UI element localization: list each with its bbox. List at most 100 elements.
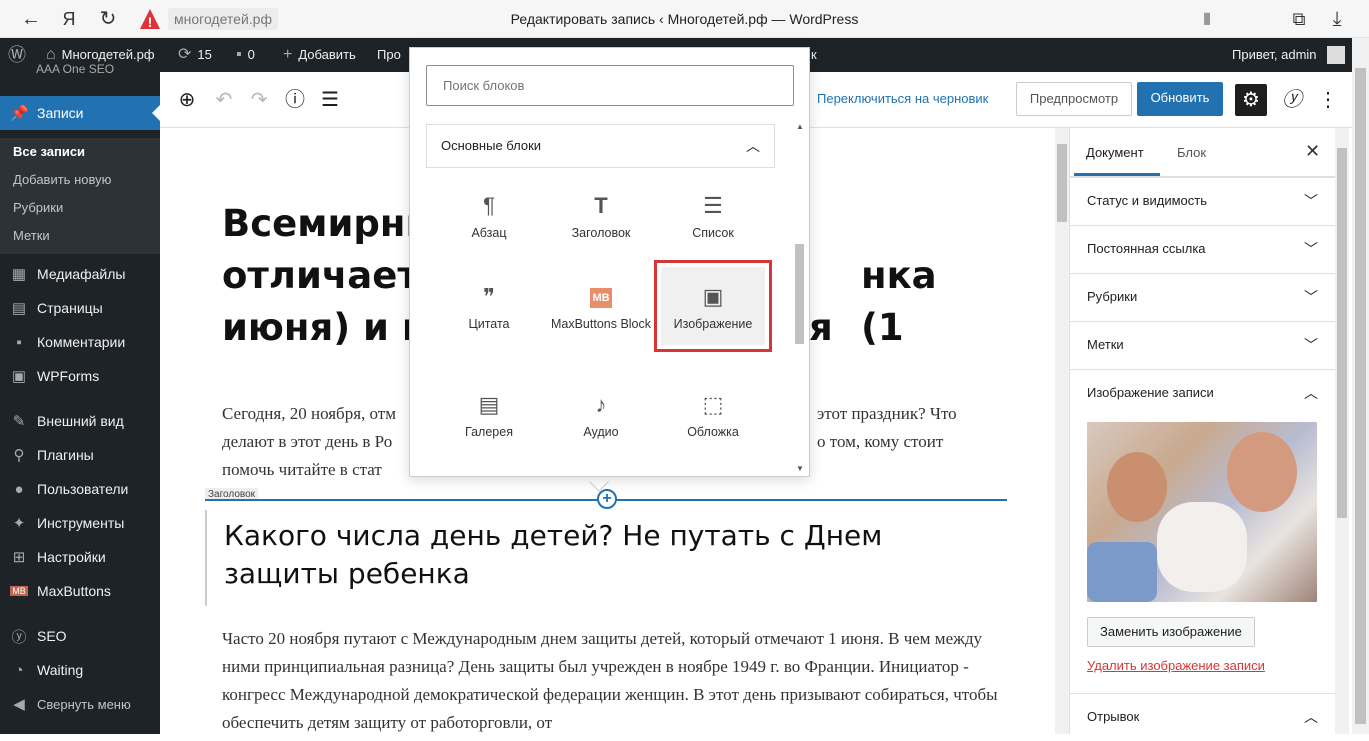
editor-scrollbar[interactable] — [1055, 128, 1069, 734]
maxbuttons-icon: MB — [10, 586, 28, 596]
admin-sidebar: AAA One SEO 📌 Записи Все записи Добавить… — [0, 62, 160, 734]
heading-block[interactable]: Какого числа день детей? Не путать с Дне… — [205, 510, 1005, 606]
chevron-down-icon: ﹀ — [1304, 193, 1318, 209]
scroll-down-icon[interactable]: ▼ — [796, 464, 804, 473]
menu-pages[interactable]: ▤ Страницы — [0, 291, 160, 325]
chevron-down-icon: ﹀ — [1304, 241, 1318, 257]
download-icon[interactable]: ⤓ — [1326, 8, 1348, 30]
bookmark-icon[interactable]: ▮ — [1196, 8, 1218, 30]
inserter-scroll-thumb[interactable] — [795, 244, 804, 344]
editor-scroll-thumb[interactable] — [1057, 144, 1067, 222]
panel-tags[interactable]: Метки ﹀ — [1070, 321, 1336, 369]
yandex-logo[interactable]: Я — [58, 8, 80, 30]
switch-to-draft-link[interactable]: Переключиться на черновик — [817, 91, 988, 106]
collapse-menu[interactable]: ◀ Свернуть меню — [0, 687, 160, 721]
more-options-icon[interactable]: ⋮ — [1316, 88, 1340, 112]
comments-link[interactable]: ▪ 0 — [236, 38, 255, 72]
preview-button[interactable]: Предпросмотр — [1016, 82, 1132, 116]
close-icon[interactable]: ✕ — [1305, 141, 1320, 162]
yoast-icon: ⓨ — [11, 628, 27, 646]
outline-icon[interactable]: ☰ — [318, 88, 342, 112]
pin-icon: 📌 — [10, 105, 29, 122]
block-paragraph[interactable]: ¶ Абзац — [436, 186, 542, 272]
menu-maxbuttons[interactable]: MB MaxButtons — [0, 574, 160, 608]
menu-settings[interactable]: ⊞ Настройки — [0, 540, 160, 574]
undo-icon[interactable]: ↶ — [212, 88, 236, 112]
menu-media[interactable]: ▦ Медиафайлы — [0, 257, 160, 291]
block-cover[interactable]: ⬚ Обложка — [660, 385, 766, 471]
menu-waiting[interactable]: ◔ Waiting — [0, 653, 160, 687]
remove-image-link[interactable]: Удалить изображение записи — [1087, 657, 1265, 675]
back-arrow-icon[interactable]: ← — [20, 8, 42, 30]
maxbuttons-block-icon: MB — [548, 277, 654, 317]
menu-posts[interactable]: 📌 Записи — [0, 96, 160, 130]
active-tab-indicator — [1074, 173, 1160, 176]
submenu-tags[interactable]: Метки — [13, 228, 50, 243]
paragraph-icon: ¶ — [483, 193, 495, 218]
warning-icon: ! — [140, 9, 160, 29]
featured-image[interactable] — [1087, 422, 1317, 602]
menu-wpforms[interactable]: ▣ WPForms — [0, 359, 160, 393]
plugins-icon: ⚲ — [13, 447, 25, 464]
heading-text[interactable]: Какого числа день детей? Не путать с Дне… — [224, 517, 964, 593]
submenu-all-posts[interactable]: Все записи — [13, 144, 85, 159]
appearance-icon: ✎ — [12, 413, 26, 430]
sidebar-scroll-thumb[interactable] — [1337, 148, 1347, 518]
chevron-down-icon: ﹀ — [1304, 337, 1318, 353]
updates-link[interactable]: ⟳ 15 — [178, 38, 212, 72]
settings-icon: ⊞ — [12, 549, 26, 566]
posts-submenu: Все записи Добавить новую Рубрики Метки — [0, 138, 160, 254]
address-bar[interactable]: ! многодетей.рф — [140, 6, 278, 32]
inline-add-block-icon[interactable]: + — [597, 489, 617, 509]
yoast-toolbar-icon[interactable]: ⓨ — [1280, 88, 1304, 112]
pages-icon: ▤ — [11, 300, 27, 317]
wp-logo-icon[interactable]: Ⓦ — [8, 38, 26, 72]
user-greeting[interactable]: Привет, admin — [1232, 38, 1345, 72]
collections-icon[interactable]: ⧉ — [1288, 8, 1310, 30]
submenu-add-new[interactable]: Добавить новую — [13, 172, 111, 187]
block-gallery[interactable]: ▤ Галерея — [436, 385, 542, 471]
block-audio[interactable]: ♪ Аудио — [548, 385, 654, 471]
panel-status-visibility[interactable]: Статус и видимость ﹀ — [1070, 177, 1336, 225]
tools-icon: ✦ — [12, 515, 26, 532]
redo-icon[interactable]: ↷ — [247, 88, 271, 112]
inserter-scrollbar[interactable]: ▲ ▼ — [793, 122, 807, 474]
add-block-icon[interactable]: ⊕ — [175, 88, 199, 112]
settings-gear-icon[interactable]: ⚙ — [1235, 84, 1267, 116]
block-quote[interactable]: ❞ Цитата — [436, 277, 542, 363]
menu-seo[interactable]: ⓨ SEO — [0, 619, 160, 653]
menu-appearance[interactable]: ✎ Внешний вид — [0, 404, 160, 438]
scroll-up-icon[interactable]: ▲ — [796, 122, 804, 131]
panel-permalink[interactable]: Постоянная ссылка ﹀ — [1070, 225, 1336, 273]
block-maxbuttons[interactable]: MB MaxButtons Block — [548, 277, 654, 363]
page-scroll-thumb[interactable] — [1355, 68, 1366, 724]
comments-icon: ▪ — [16, 333, 22, 351]
menu-plugins[interactable]: ⚲ Плагины — [0, 438, 160, 472]
url-text[interactable]: многодетей.рф — [168, 8, 278, 30]
chevron-up-icon[interactable]: ︿ — [1304, 370, 1318, 416]
waiting-icon: ◔ — [14, 661, 24, 679]
reload-icon[interactable]: ↻ — [97, 8, 119, 30]
submenu-categories[interactable]: Рубрики — [13, 200, 63, 215]
tab-document[interactable]: Документ — [1086, 145, 1144, 160]
menu-users[interactable]: ● Пользователи — [0, 472, 160, 506]
collapse-icon: ◀ — [13, 696, 25, 713]
update-button[interactable]: Обновить — [1137, 82, 1223, 116]
info-icon[interactable]: ⓘ — [283, 88, 307, 112]
panel-categories[interactable]: Рубрики ﹀ — [1070, 273, 1336, 321]
block-search-input[interactable]: Поиск блоков — [426, 65, 794, 106]
body-paragraph[interactable]: Часто 20 ноября путают с Международным д… — [222, 625, 1002, 734]
hidden-menu-fragment[interactable]: к — [811, 38, 817, 72]
replace-image-button[interactable]: Заменить изображение — [1087, 617, 1255, 647]
block-image[interactable]: ▣ Изображение — [654, 260, 772, 352]
tab-block[interactable]: Блок — [1177, 145, 1206, 160]
partial-menu-item[interactable]: AAA One SEO — [36, 62, 114, 76]
view-post-link[interactable]: Про — [377, 38, 401, 72]
sidebar-scrollbar[interactable] — [1335, 128, 1349, 734]
common-blocks-panel-toggle[interactable]: Основные блоки ︿ — [426, 124, 775, 168]
block-heading[interactable]: T Заголовок — [548, 186, 654, 272]
menu-comments[interactable]: ▪ Комментарии — [0, 325, 160, 359]
page-scrollbar[interactable] — [1352, 38, 1369, 734]
new-content-link[interactable]: + Добавить — [283, 38, 356, 72]
menu-tools[interactable]: ✦ Инструменты — [0, 506, 160, 540]
